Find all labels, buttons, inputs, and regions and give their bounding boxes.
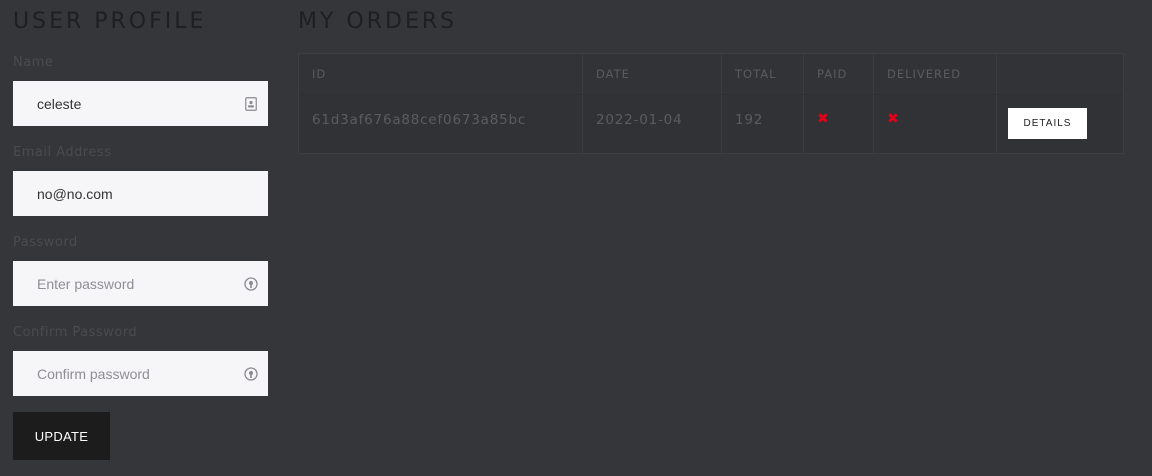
password-input[interactable]: Enter password [13, 261, 268, 306]
order-date: 2022-01-04 [583, 95, 722, 153]
email-input[interactable]: no@no.com [13, 171, 268, 216]
order-actions: DETAILS [997, 95, 1125, 153]
password-placeholder: Enter password [37, 275, 135, 292]
confirm-password-label: Confirm Password [13, 325, 138, 340]
page: USER PROFILE Name celeste Email Address … [0, 0, 1152, 476]
order-total: 192 [722, 95, 804, 153]
password-label: Password [13, 235, 78, 250]
details-button[interactable]: DETAILS [1008, 108, 1087, 139]
column-header-id: ID [299, 54, 583, 94]
name-input[interactable]: celeste [13, 81, 268, 126]
table-row: 61d3af676a88cef0673a85bc 2022-01-04 192 … [299, 95, 1123, 153]
orders-table: ID DATE TOTAL PAID DELIVERED 61d3af676a8… [298, 53, 1124, 154]
orders-title: MY ORDERS [298, 9, 458, 34]
password-manager-icon[interactable] [244, 276, 258, 291]
table-header: ID DATE TOTAL PAID DELIVERED [299, 54, 1123, 95]
column-header-date: DATE [583, 54, 722, 94]
contact-card-icon[interactable] [244, 96, 258, 111]
profile-title: USER PROFILE [13, 9, 207, 34]
email-value: no@no.com [37, 185, 113, 202]
confirm-password-placeholder: Confirm password [37, 365, 150, 382]
column-header-delivered: DELIVERED [874, 54, 997, 94]
order-id: 61d3af676a88cef0673a85bc [299, 95, 583, 153]
not-delivered-x-icon: ✖ [887, 111, 900, 127]
not-paid-x-icon: ✖ [817, 111, 830, 127]
column-header-actions [997, 54, 1125, 94]
email-label: Email Address [13, 145, 112, 160]
password-manager-icon[interactable] [244, 366, 258, 381]
update-button[interactable]: UPDATE [13, 412, 110, 460]
column-header-paid: PAID [804, 54, 874, 94]
name-value: celeste [37, 95, 82, 112]
name-label: Name [13, 55, 54, 70]
confirm-password-input[interactable]: Confirm password [13, 351, 268, 396]
delivered-status: ✖ [874, 95, 997, 153]
column-header-total: TOTAL [722, 54, 804, 94]
paid-status: ✖ [804, 95, 874, 153]
